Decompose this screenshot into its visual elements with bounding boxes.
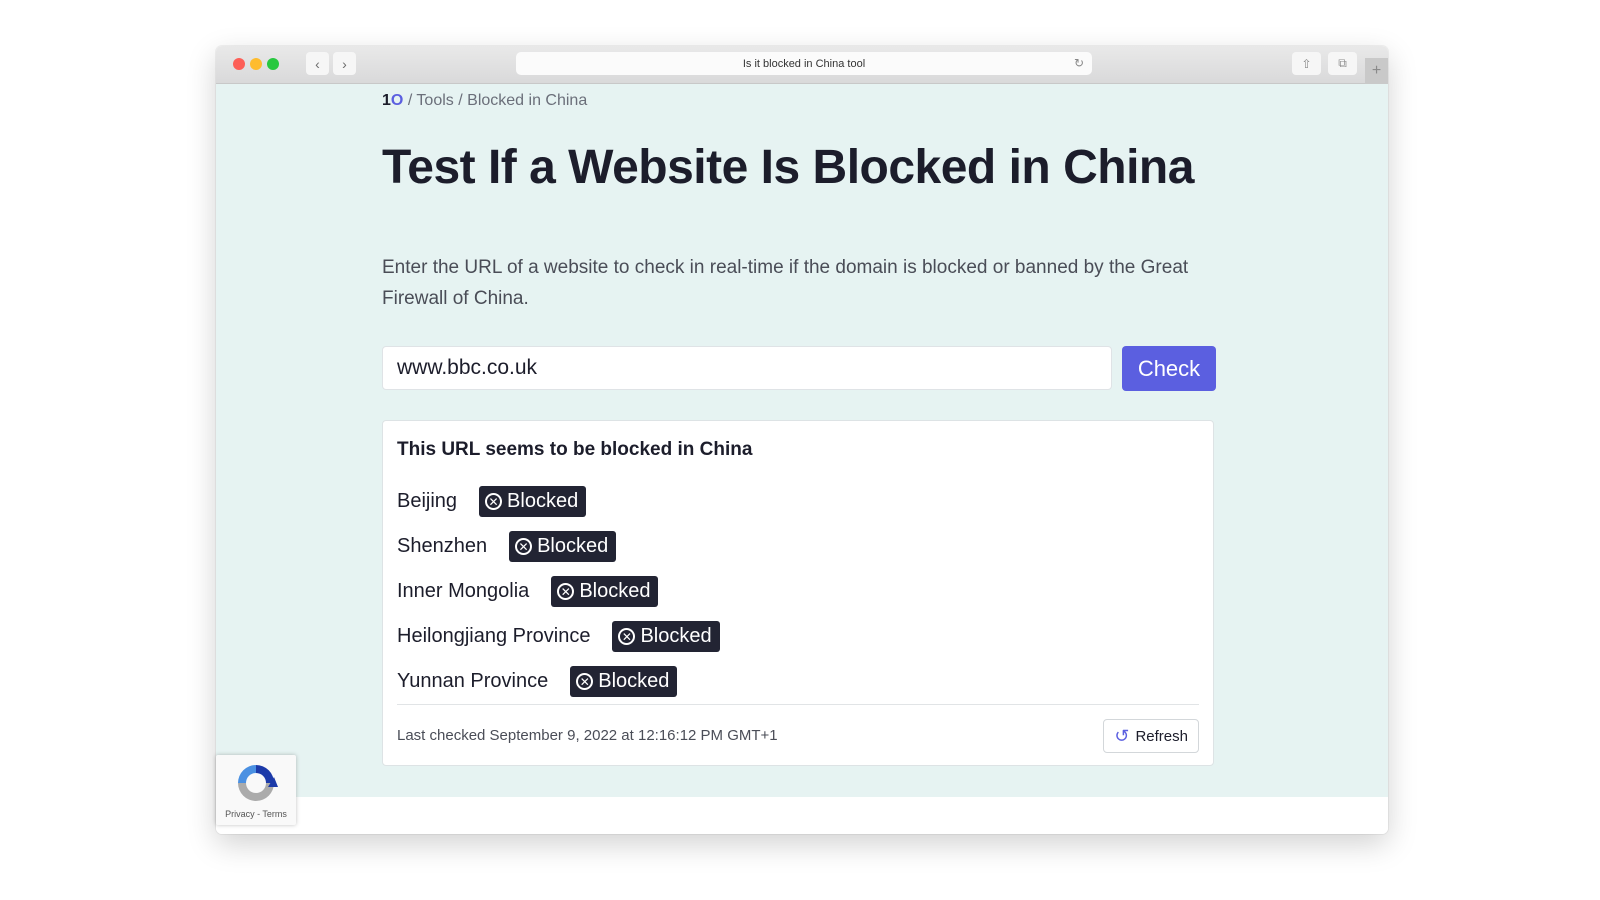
browser-toolbar: ‹ › Is it blocked in China tool ↻ ⇧ ⧉ +: [216, 46, 1388, 84]
x-circle-icon: ✕: [485, 493, 503, 510]
x-circle-icon: ✕: [576, 673, 594, 690]
status-badge: ✕ Blocked: [570, 666, 678, 697]
location-name: Shenzhen: [397, 535, 488, 557]
breadcrumb-current: Blocked in China: [467, 92, 588, 109]
location-row: Yunnan Province ✕ Blocked: [397, 659, 720, 704]
x-circle-icon: ✕: [618, 628, 636, 645]
back-button[interactable]: ‹: [306, 52, 329, 75]
divider: [397, 704, 1199, 705]
url-input[interactable]: [382, 346, 1112, 390]
breadcrumb-separator: /: [407, 92, 413, 109]
reload-icon[interactable]: ↻: [1074, 56, 1084, 70]
maximize-window-button[interactable]: [267, 58, 279, 70]
location-name: Inner Mongolia: [397, 580, 530, 602]
x-circle-icon: ✕: [557, 583, 575, 600]
minimize-window-button[interactable]: [250, 58, 262, 70]
status-badge: ✕ Blocked: [479, 486, 587, 517]
close-window-button[interactable]: [233, 58, 245, 70]
refresh-button[interactable]: ↺ Refresh: [1103, 719, 1199, 753]
share-button[interactable]: ⇧: [1292, 52, 1321, 75]
site-logo[interactable]: 1O: [382, 92, 403, 109]
result-card: This URL seems to be blocked in China Be…: [382, 420, 1214, 766]
share-icon: ⇧: [1301, 56, 1312, 71]
location-name: Beijing: [397, 490, 458, 512]
location-row: Heilongjiang Province ✕ Blocked: [397, 614, 720, 659]
page-description: Enter the URL of a website to check in r…: [382, 257, 1189, 309]
check-button[interactable]: Check: [1122, 346, 1216, 391]
location-row: Shenzhen ✕ Blocked: [397, 524, 720, 569]
refresh-icon: ↺: [1114, 725, 1130, 746]
location-row: Inner Mongolia ✕ Blocked: [397, 569, 720, 614]
location-row: Beijing ✕ Blocked: [397, 479, 720, 524]
address-text: Is it blocked in China tool: [742, 57, 866, 70]
tabs-icon: ⧉: [1338, 56, 1347, 70]
logo-accent: O: [390, 92, 404, 109]
breadcrumb-separator: /: [458, 92, 463, 109]
plus-icon: +: [1371, 62, 1382, 79]
recaptcha-badge[interactable]: Privacy - Terms: [216, 755, 296, 825]
browser-window: ‹ › Is it blocked in China tool ↻ ⇧ ⧉ + …: [216, 46, 1388, 834]
location-name: Yunnan Province: [397, 670, 549, 692]
page-content: 1O / Tools / Blocked in China Test If a …: [216, 84, 1388, 797]
page-title: Test If a Website Is Blocked in China: [382, 141, 1194, 194]
recaptcha-icon: [238, 765, 278, 801]
breadcrumb: 1O / Tools / Blocked in China: [382, 92, 587, 110]
page-footer-area: [216, 797, 1388, 834]
forward-button[interactable]: ›: [333, 52, 356, 75]
location-name: Heilongjiang Province: [397, 625, 591, 647]
status-badge: ✕ Blocked: [612, 621, 720, 652]
chevron-left-icon: ‹: [315, 55, 320, 72]
refresh-label: Refresh: [1135, 727, 1188, 745]
chevron-right-icon: ›: [342, 55, 347, 72]
x-circle-icon: ✕: [515, 538, 533, 555]
status-badge: ✕ Blocked: [551, 576, 659, 607]
address-bar[interactable]: Is it blocked in China tool ↻: [516, 52, 1092, 75]
last-checked-timestamp: Last checked September 9, 2022 at 12:16:…: [397, 727, 778, 744]
result-title: This URL seems to be blocked in China: [397, 439, 753, 460]
new-tab-button[interactable]: +: [1365, 58, 1388, 84]
tabs-button[interactable]: ⧉: [1328, 52, 1357, 75]
breadcrumb-tools[interactable]: Tools: [416, 92, 453, 109]
recaptcha-links[interactable]: Privacy - Terms: [216, 809, 296, 819]
location-list: Beijing ✕ Blocked Shenzhen ✕ Blocked Inner…: [397, 479, 720, 704]
status-badge: ✕ Blocked: [509, 531, 617, 562]
